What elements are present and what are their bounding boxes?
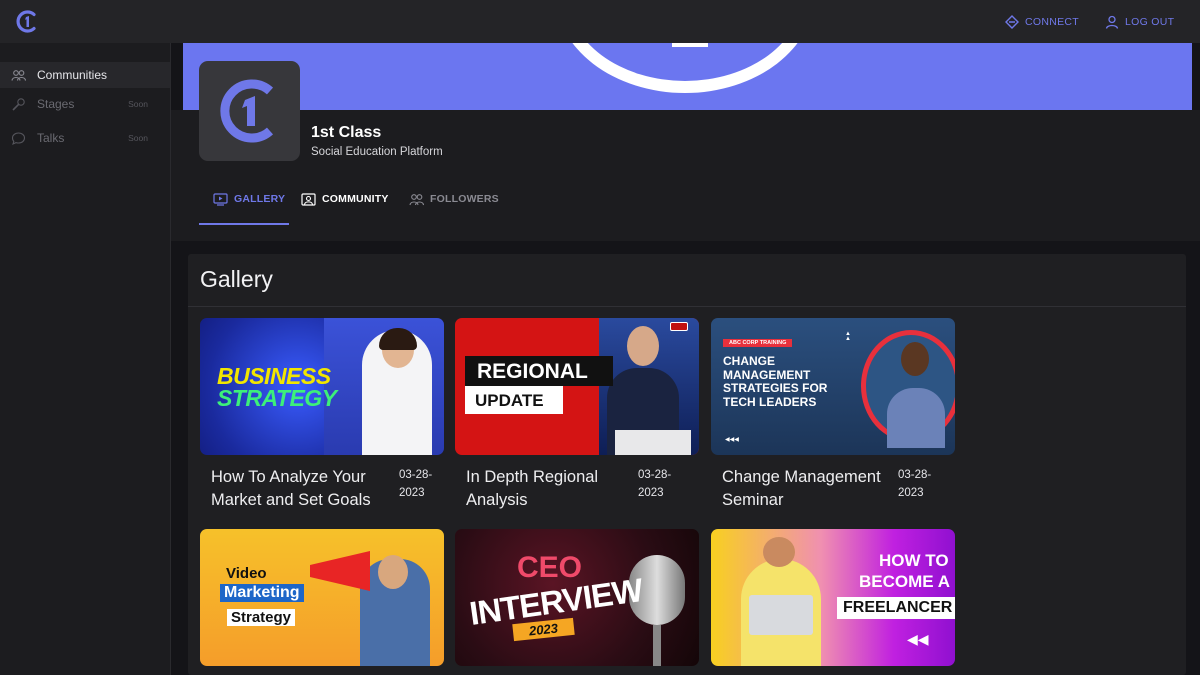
video-thumbnail[interactable]: ABC CORP TRAINING CHANGE MANAGEMENT STRA… [711, 318, 955, 455]
diamond-icon [1005, 15, 1019, 29]
thumbnail-text: UPDATE [475, 391, 544, 410]
rewind-icon: ◀◀ [907, 631, 929, 647]
soon-badge: Soon [128, 133, 148, 143]
connect-button[interactable]: CONNECT [1005, 13, 1079, 31]
users-icon [409, 193, 424, 205]
community-tagline: Social Education Platform [311, 146, 443, 158]
community-name: 1st Class [311, 124, 382, 141]
logout-button[interactable]: LOG OUT [1105, 13, 1174, 31]
video-thumbnail[interactable]: Video Marketing Strategy [200, 529, 444, 666]
connect-label: CONNECT [1025, 16, 1080, 28]
thumbnail-text: STRATEGY [217, 385, 337, 411]
profile-banner [183, 43, 1192, 110]
video-title[interactable]: In Depth Regional Analysis [466, 466, 638, 512]
sidebar-item-talks[interactable]: Talks Soon [0, 125, 170, 151]
sidebar: Communities Stages Soon Talks Soon [0, 43, 171, 675]
sidebar-item-label: Stages [37, 97, 75, 111]
sidebar-item-label: Communities [37, 68, 108, 82]
video-date: 03-28-2023 [399, 469, 433, 499]
community-avatar [199, 61, 300, 161]
video-date: 03-28-2023 [898, 469, 932, 499]
users-icon [11, 70, 26, 81]
brand-logo-icon[interactable] [15, 9, 40, 34]
video-thumbnail[interactable]: REGIONAL UPDATE [455, 318, 699, 455]
video-title[interactable]: Change Management Seminar [722, 466, 894, 512]
video-icon [213, 192, 228, 206]
video-thumbnail[interactable]: HOW TO BECOME A FREELANCER ◀◀ [711, 529, 955, 666]
top-bar: CONNECT LOG OUT [0, 0, 1200, 43]
divider [188, 306, 1186, 307]
profile-card-icon [301, 192, 316, 206]
chat-bubble-icon [11, 132, 26, 146]
tab-followers[interactable]: FOLLOWERS [409, 191, 499, 207]
tab-label: FOLLOWERS [430, 193, 499, 205]
tab-gallery[interactable]: GALLERY [213, 191, 285, 207]
sidebar-item-stages[interactable]: Stages Soon [0, 91, 170, 117]
tab-community[interactable]: COMMUNITY [301, 191, 389, 207]
thumbnail-text: CHANGE MANAGEMENT STRATEGIES FOR TECH LE… [723, 354, 828, 409]
active-tab-indicator [199, 223, 289, 225]
video-date: 03-28-2023 [638, 469, 672, 499]
user-icon [1105, 15, 1119, 29]
thumbnail-text: BECOME A [859, 572, 950, 591]
sidebar-item-label: Talks [37, 131, 65, 145]
video-thumbnail[interactable]: BUSINESS STRATEGY [200, 318, 444, 455]
logout-label: LOG OUT [1125, 16, 1175, 28]
soon-badge: Soon [128, 99, 148, 109]
thumbnail-text: FREELANCER [837, 597, 955, 619]
sidebar-item-communities[interactable]: Communities [0, 62, 170, 88]
microphone-icon [12, 98, 25, 111]
thumbnail-text: Video [226, 565, 267, 582]
thumbnail-text: ABC CORP TRAINING [723, 339, 793, 347]
tab-label: GALLERY [234, 193, 286, 205]
brand-logo-icon [219, 79, 273, 143]
video-thumbnail[interactable]: CEO INTERVIEW 2023 [455, 529, 699, 666]
thumbnail-text: REGIONAL [477, 360, 588, 383]
chevron-up-icon: ▲ ▲ [845, 331, 851, 342]
thumbnail-text: HOW TO [879, 551, 949, 570]
chevron-left-icon: ◀◀◀ [725, 437, 739, 443]
thumbnail-text: Marketing [220, 584, 304, 602]
video-title[interactable]: How To Analyze Your Market and Set Goals [211, 466, 383, 512]
thumbnail-text: Strategy [227, 609, 296, 626]
banner-graphic [555, 43, 815, 93]
gallery-title: Gallery [200, 266, 273, 292]
banner-graphic-notch [672, 43, 708, 47]
tab-label: COMMUNITY [322, 193, 389, 205]
